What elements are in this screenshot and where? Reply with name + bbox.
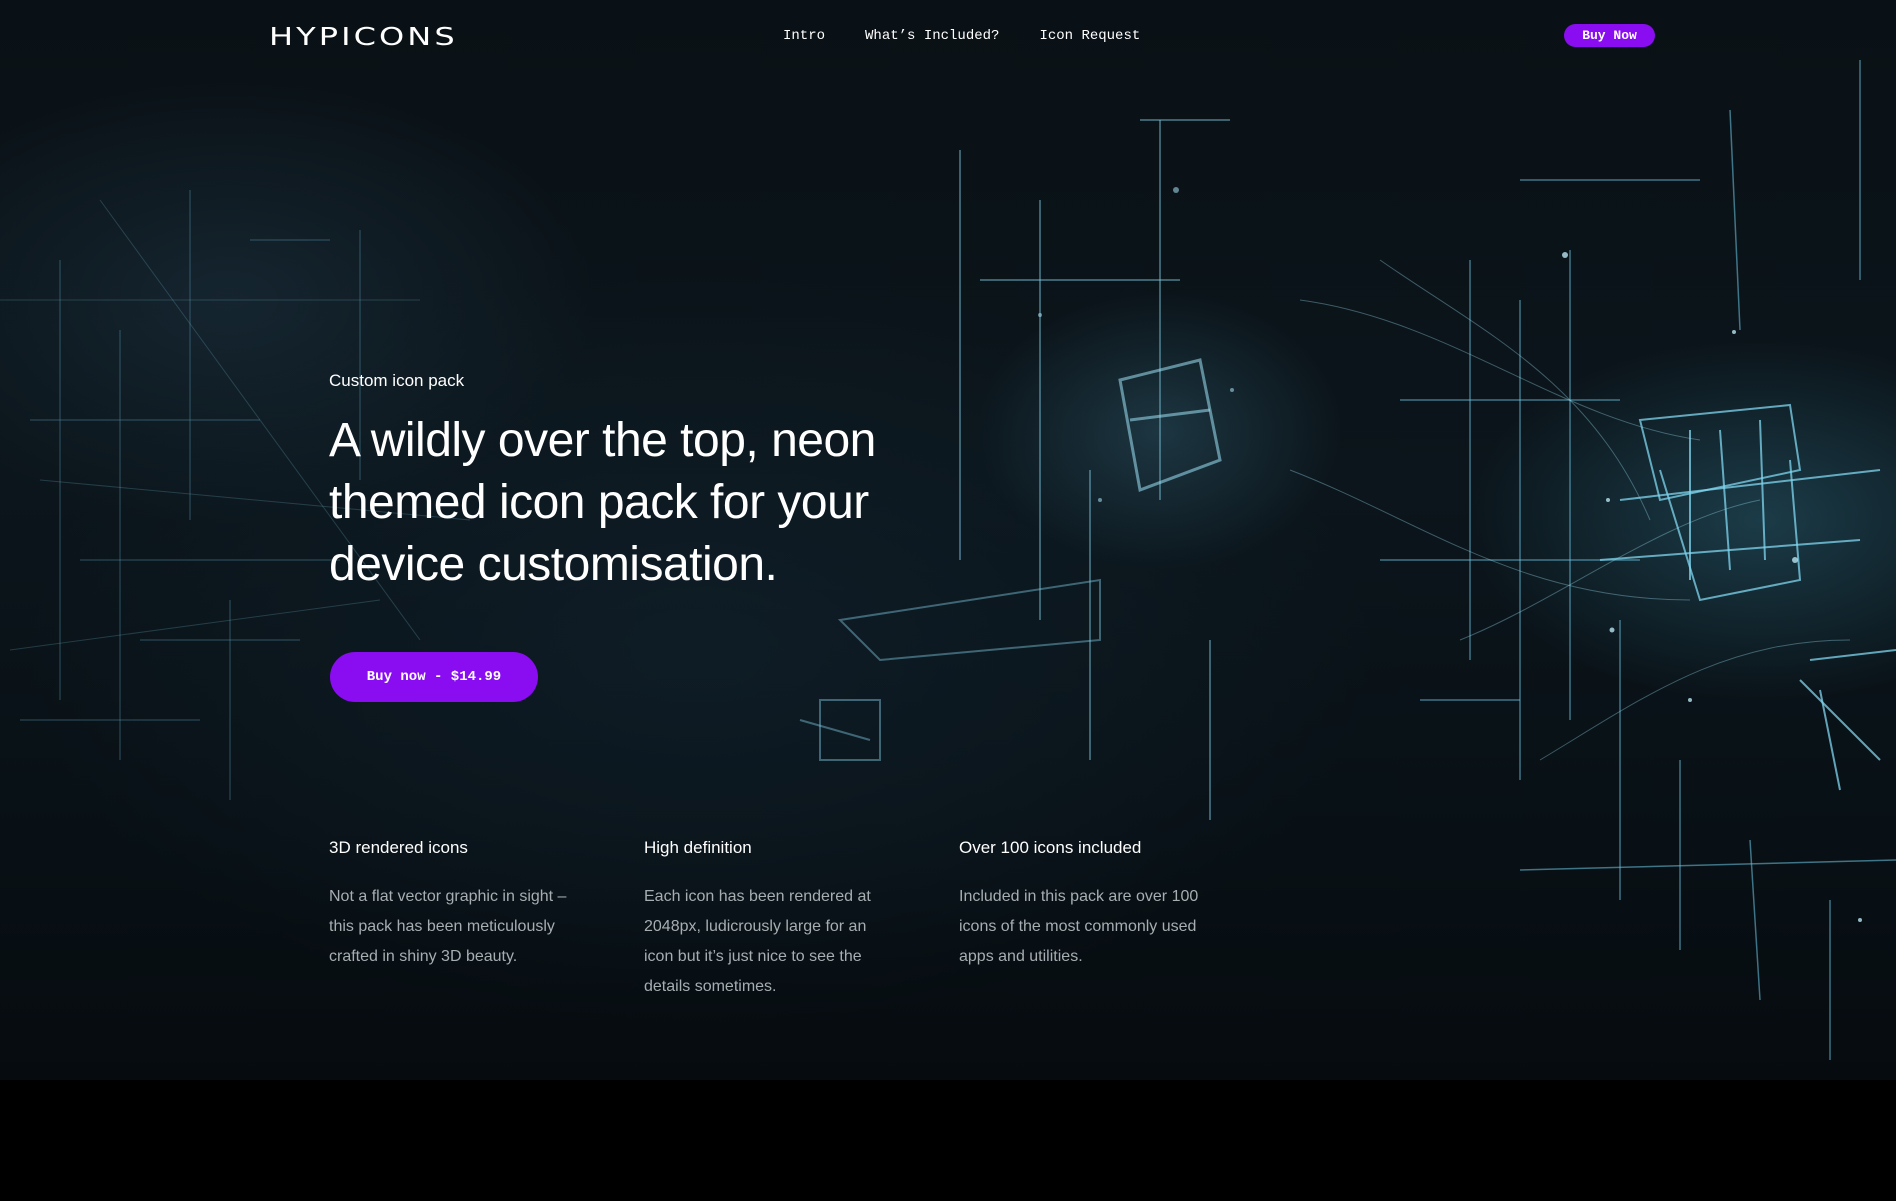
nav-buy-now-button[interactable]: Buy Now bbox=[1564, 24, 1655, 47]
feature-description: Each icon has been rendered at 2048px, l… bbox=[644, 888, 871, 995]
feature-description: Included in this pack are over 100 icons… bbox=[959, 888, 1199, 965]
buy-now-price-button[interactable]: Buy now - $14.99 bbox=[330, 652, 538, 702]
nav-link-intro[interactable]: Intro bbox=[783, 28, 825, 44]
feature-title: 3D rendered icons bbox=[329, 838, 468, 857]
feature-high-definition: High definition Each icon has been rende… bbox=[644, 838, 884, 1002]
brand-logo[interactable]: HYPICONS bbox=[269, 22, 458, 51]
hero-headline: A wildly over the top, neon themed icon … bbox=[329, 414, 876, 591]
nav-link-whats-included[interactable]: What’s Included? bbox=[865, 28, 999, 44]
hero-section: HYPICONS Intro What’s Included? Icon Req… bbox=[0, 0, 1896, 1080]
feature-title: Over 100 icons included bbox=[959, 838, 1142, 857]
feature-icon-count: Over 100 icons included Included in this… bbox=[959, 838, 1199, 972]
feature-title: High definition bbox=[644, 838, 752, 857]
nav-links: Intro What’s Included? Icon Request bbox=[783, 28, 1140, 44]
nav-link-icon-request[interactable]: Icon Request bbox=[1039, 28, 1140, 44]
feature-3d-rendered: 3D rendered icons Not a flat vector grap… bbox=[329, 838, 569, 972]
hero-eyebrow: Custom icon pack bbox=[329, 371, 465, 390]
top-navigation: HYPICONS Intro What’s Included? Icon Req… bbox=[0, 0, 1896, 74]
landing-page: HYPICONS Intro What’s Included? Icon Req… bbox=[0, 0, 1896, 1201]
feature-description: Not a flat vector graphic in sight – thi… bbox=[329, 888, 567, 965]
